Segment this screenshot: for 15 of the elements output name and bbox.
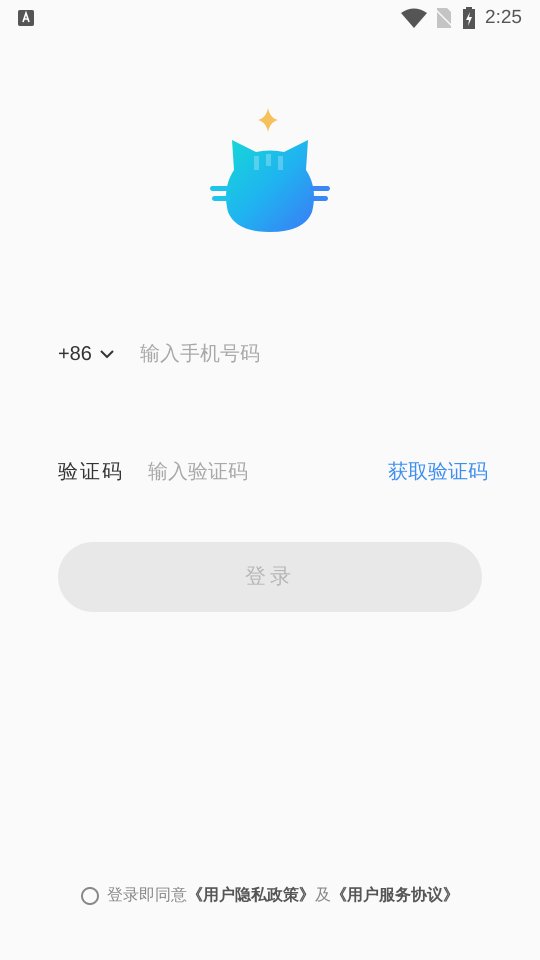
code-input-field[interactable]: 输入验证码 <box>148 457 328 487</box>
no-sim-icon <box>435 8 454 28</box>
phone-input-field[interactable]: 输入手机号码 <box>140 339 482 369</box>
privacy-policy-link[interactable]: 《用户隐私政策》 <box>187 884 315 908</box>
code-label: 验证码 <box>58 460 124 485</box>
agree-checkbox[interactable] <box>81 887 99 905</box>
wifi-icon <box>401 8 428 28</box>
chevron-down-icon <box>100 350 114 358</box>
keyboard-notification-icon <box>18 10 34 26</box>
conjunction-text: 及 <box>315 886 331 906</box>
battery-charging-icon <box>463 7 476 29</box>
country-code-selector[interactable]: +86 <box>58 339 114 369</box>
agreement-text: 登录即同意 <box>107 886 187 906</box>
status-time: 2:25 <box>485 6 522 30</box>
service-agreement-link[interactable]: 《用户服务协议》 <box>331 884 459 908</box>
